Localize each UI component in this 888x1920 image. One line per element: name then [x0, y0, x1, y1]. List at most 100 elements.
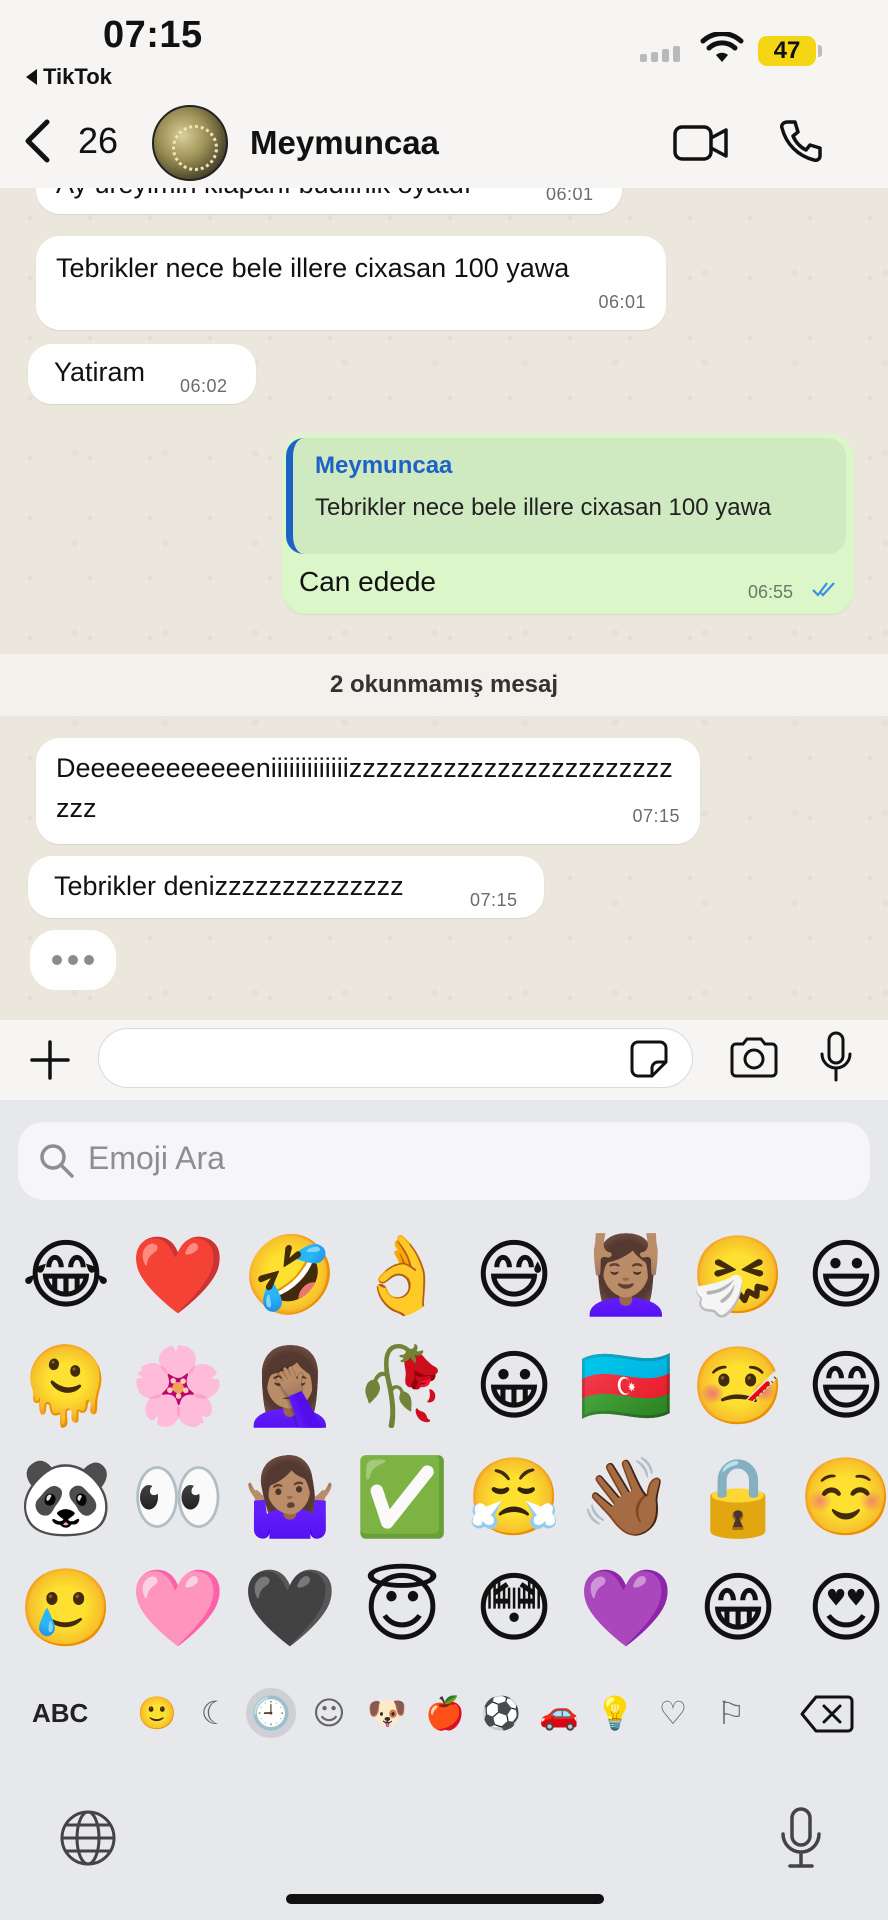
delete-backspace-icon[interactable]: [800, 1694, 854, 1734]
emoji-key[interactable]: 🤒: [688, 1336, 788, 1436]
quote-author: Meymuncaa: [315, 452, 453, 479]
objects-category-icon[interactable]: 💡: [590, 1688, 640, 1738]
travel-category-icon[interactable]: 🚗: [534, 1688, 584, 1738]
message-text: Ay üreyimin klapanı budilnik oyatdı: [56, 188, 471, 202]
emoji-category-bar: ABC 🙂 ☾ 🕘 ☺ 🐶 🍎 ⚽ 🚗 💡 ♡ ⚐: [0, 1680, 888, 1746]
emoji-key[interactable]: 🔒: [688, 1447, 788, 1547]
emoji-key[interactable]: 🫠: [16, 1336, 116, 1436]
home-indicator: [286, 1894, 604, 1904]
message-bubble[interactable]: Ay üreyimin klapanı budilnik oyatdı 06:0…: [36, 188, 622, 214]
emoji-key[interactable]: 😤: [464, 1447, 564, 1547]
emoji-key[interactable]: 🥀: [352, 1336, 452, 1436]
message-input-bar: [0, 1020, 888, 1100]
quoted-reply[interactable]: Meymuncaa Tebrikler nece bele illere cix…: [286, 438, 846, 554]
plus-icon[interactable]: [28, 1038, 72, 1082]
emoji-key[interactable]: 🇦🇿: [576, 1336, 676, 1436]
emoji-search-placeholder: Emoji Ara: [88, 1140, 225, 1176]
frequently-used-category-icon[interactable]: 🙂: [132, 1688, 182, 1738]
emoji-key[interactable]: 😃: [796, 1225, 888, 1325]
abc-keyboard-button[interactable]: ABC: [32, 1698, 88, 1729]
emoji-key[interactable]: 🤣: [240, 1225, 340, 1325]
message-time: 06:01: [598, 292, 646, 312]
animals-category-icon[interactable]: 🐶: [362, 1688, 412, 1738]
battery-nub: [818, 45, 822, 57]
message-time: 07:15: [632, 806, 680, 826]
emoji-key[interactable]: 🌸: [128, 1336, 228, 1436]
search-icon: [40, 1144, 74, 1178]
chat-area[interactable]: Ay üreyimin klapanı budilnik oyatdı 06:0…: [0, 188, 888, 1020]
battery-level: 47: [758, 36, 816, 66]
moon-category-icon[interactable]: ☾: [190, 1688, 240, 1738]
contact-avatar[interactable]: [152, 105, 228, 181]
camera-icon[interactable]: [728, 1036, 780, 1078]
unread-chats-count: 26: [78, 120, 119, 161]
microphone-icon[interactable]: [818, 1030, 854, 1084]
message-time: 06:55: [748, 582, 794, 602]
back-to-app-link[interactable]: TikTok: [26, 64, 112, 90]
message-text: Deeeeeeeeeeeeniiiiiiiiiiiiizzzzzzzzzzzzz…: [56, 753, 673, 823]
emoji-key[interactable]: 😳: [464, 1558, 564, 1658]
typing-indicator: [30, 930, 116, 990]
emoji-key[interactable]: ❤️: [128, 1225, 228, 1325]
emoji-search-field[interactable]: Emoji Ara: [18, 1122, 870, 1200]
status-bar: 07:15 TikTok 47: [0, 0, 888, 100]
outgoing-message-bubble[interactable]: Meymuncaa Tebrikler nece bele illere cix…: [282, 434, 854, 614]
message-input[interactable]: [98, 1028, 693, 1088]
message-bubble[interactable]: Yatiram 06:02: [28, 344, 256, 404]
contact-name[interactable]: Meymuncaa: [250, 124, 439, 162]
message-bubble[interactable]: Tebrikler denizzzzzzzzzzzzzz 07:15: [28, 856, 544, 918]
emoji-key[interactable]: ✅: [352, 1447, 452, 1547]
recent-clock-category-icon[interactable]: 🕘: [246, 1688, 296, 1738]
emoji-key[interactable]: 👌: [352, 1225, 452, 1325]
wifi-icon: [700, 32, 744, 62]
phone-call-icon[interactable]: [778, 118, 824, 164]
emoji-key[interactable]: 🐼: [16, 1447, 116, 1547]
message-bubble[interactable]: Deeeeeeeeeeeeniiiiiiiiiiiiizzzzzzzzzzzzz…: [36, 738, 700, 844]
emoji-key[interactable]: 😁: [688, 1558, 788, 1658]
cellular-signal-icon: [640, 46, 680, 62]
status-time: 07:15: [103, 14, 203, 56]
emoji-key[interactable]: 🤦🏽‍♀️: [240, 1336, 340, 1436]
message-text: Tebrikler denizzzzzzzzzzzzzz: [54, 871, 404, 901]
emoji-key[interactable]: ☺️: [796, 1447, 888, 1547]
video-call-icon[interactable]: [672, 122, 730, 164]
flags-category-icon[interactable]: ⚐: [706, 1688, 756, 1738]
emoji-key[interactable]: 💜: [576, 1558, 676, 1658]
activity-category-icon[interactable]: ⚽: [476, 1688, 526, 1738]
message-time: 06:02: [180, 376, 228, 396]
emoji-key[interactable]: 👀: [128, 1447, 228, 1547]
emoji-key[interactable]: 😂: [16, 1225, 116, 1325]
back-triangle-icon: [26, 69, 37, 85]
message-time: 06:01: [546, 188, 594, 204]
dictation-microphone-icon[interactable]: [778, 1806, 824, 1870]
back-app-label: TikTok: [43, 64, 112, 89]
chevron-left-icon: [25, 119, 50, 163]
smileys-category-icon[interactable]: ☺: [304, 1688, 354, 1738]
message-bubble[interactable]: Tebrikler nece bele illere cixasan 100 y…: [36, 236, 666, 330]
sticker-icon[interactable]: [628, 1038, 670, 1080]
emoji-key[interactable]: 😄: [796, 1336, 888, 1436]
emoji-key[interactable]: 😅: [464, 1225, 564, 1325]
read-ticks-icon: [812, 582, 835, 597]
food-category-icon[interactable]: 🍎: [420, 1688, 470, 1738]
emoji-key[interactable]: 🖤: [240, 1558, 340, 1658]
message-text: Can edede: [299, 566, 437, 597]
emoji-key[interactable]: 😍: [796, 1558, 888, 1658]
emoji-key[interactable]: 💆🏽‍♀️: [576, 1225, 676, 1325]
back-button[interactable]: 26: [22, 118, 118, 164]
emoji-key[interactable]: 😀: [464, 1336, 564, 1436]
message-time: 07:15: [470, 890, 518, 910]
symbols-category-icon[interactable]: ♡: [648, 1688, 698, 1738]
quote-text: Tebrikler nece bele illere cixasan 100 y…: [315, 494, 772, 521]
emoji-key[interactable]: 😇: [352, 1558, 452, 1658]
unread-messages-banner: 2 okunmamış mesaj: [0, 654, 888, 716]
chat-header: 26 Meymuncaa: [0, 100, 888, 188]
emoji-key[interactable]: 🤷🏽‍♀️: [240, 1447, 340, 1547]
emoji-key[interactable]: 🤧: [688, 1225, 788, 1325]
emoji-key[interactable]: 🩷: [128, 1558, 228, 1658]
globe-icon[interactable]: [58, 1808, 118, 1868]
emoji-key[interactable]: 👋🏾: [576, 1447, 676, 1547]
message-text: Tebrikler nece bele illere cixasan 100 y…: [56, 253, 570, 283]
emoji-keyboard: Emoji Ara 😂 ❤️ 🤣 👌 😅 💆🏽‍♀️ 🤧 😃 🫠 🌸 🤦🏽‍♀️…: [0, 1100, 888, 1920]
emoji-key[interactable]: 🥲: [16, 1558, 116, 1658]
